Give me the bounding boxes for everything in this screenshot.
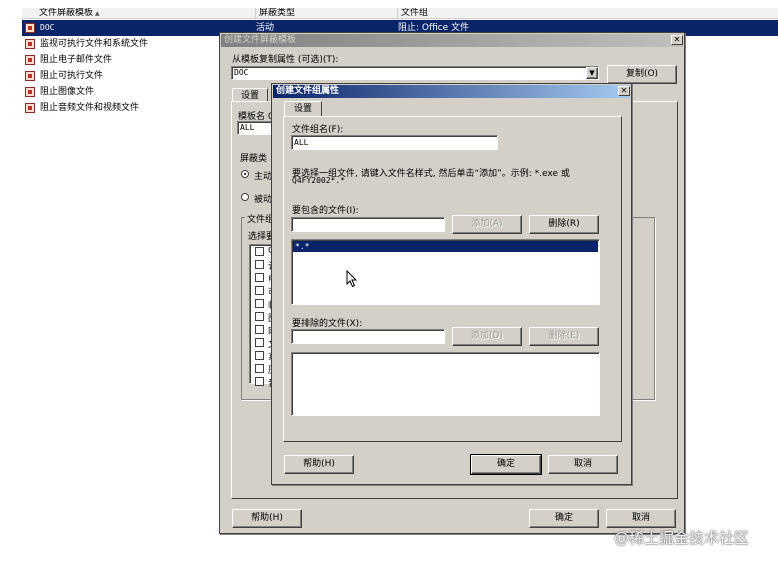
radio-passive-label: 被动: [254, 195, 273, 205]
file-group-checkbox[interactable]: [255, 364, 264, 373]
file-group-checkbox[interactable]: [255, 247, 264, 256]
include-files-label: 要包含的文件(I):: [292, 206, 359, 216]
tab-settings[interactable]: 设置: [284, 101, 322, 117]
file-screen-template-icon: [25, 87, 35, 97]
row-name: DOC: [40, 23, 55, 32]
copy-from-value: DOC: [234, 68, 249, 77]
file-screen-template-icon: [25, 103, 35, 113]
include-pattern-input[interactable]: [291, 217, 445, 232]
cancel-button[interactable]: 取消: [606, 509, 676, 528]
row-name: 阻止可执行文件: [40, 71, 104, 81]
close-icon[interactable]: ✕: [618, 86, 630, 96]
sort-asc-icon: ▲: [95, 10, 100, 17]
copy-from-label: 从模板复制属性 (可选)(T):: [232, 55, 339, 65]
close-icon[interactable]: ✕: [671, 35, 683, 45]
ok-button[interactable]: 确定: [529, 509, 599, 528]
include-remove-button[interactable]: 删除(R): [529, 215, 599, 234]
include-add-button[interactable]: 添加(A): [452, 215, 522, 234]
instruction-example: Q4FY2002*.*: [292, 176, 345, 185]
file-screen-template-icon: [25, 39, 35, 49]
file-group-checkbox[interactable]: [255, 260, 264, 269]
row-name: 阻止电子邮件文件: [40, 55, 113, 65]
dialog-title: 创建文件组属性: [273, 85, 630, 98]
group-name-input[interactable]: ALL: [291, 135, 498, 150]
file-screen-template-icon: [25, 55, 35, 65]
file-group-checkbox[interactable]: [255, 299, 264, 308]
radio-active-screening[interactable]: [241, 170, 249, 178]
exclude-pattern-input[interactable]: [291, 329, 445, 344]
row-name: 阻止图像文件: [40, 87, 95, 97]
exclude-remove-button[interactable]: 删除(E): [529, 327, 599, 346]
file-screen-template-icon: [25, 23, 35, 33]
mouse-cursor-icon: [346, 270, 358, 288]
group-name-label: 文件组名(F):: [292, 125, 344, 135]
file-group-checkbox[interactable]: [255, 338, 264, 347]
exclude-files-list[interactable]: [291, 352, 600, 416]
file-group-checkbox[interactable]: [255, 351, 264, 360]
row-name: 阻止音频文件和视频文件: [40, 103, 140, 113]
file-group-checkbox[interactable]: [255, 273, 264, 282]
file-group-checkbox[interactable]: [255, 312, 264, 321]
exclude-files-label: 要排除的文件(X):: [292, 319, 363, 329]
file-group-checkbox[interactable]: [255, 377, 264, 386]
cancel-button[interactable]: 取消: [548, 455, 618, 474]
watermark-text: @稀土掘金技术社区: [614, 529, 750, 547]
copy-button[interactable]: 复制(O): [607, 65, 677, 84]
ok-button[interactable]: 确定: [470, 454, 542, 475]
help-button[interactable]: 帮助(H): [284, 455, 354, 474]
file-group-checkbox[interactable]: [255, 325, 264, 334]
row-name: 监视可执行文件和系统文件: [40, 39, 149, 49]
screening-type-label: 屏蔽类: [240, 154, 268, 164]
radio-active-label: 主动: [254, 172, 273, 182]
column-header-screen-type[interactable]: 屏蔽类型: [256, 8, 398, 19]
exclude-add-button[interactable]: 添加(D): [452, 327, 522, 346]
chevron-down-icon[interactable]: ▼: [586, 67, 598, 79]
radio-passive-screening[interactable]: [241, 193, 249, 201]
copy-from-select[interactable]: DOC: [231, 66, 599, 80]
list-item[interactable]: *.*: [293, 241, 598, 252]
include-files-list[interactable]: *.*: [291, 239, 600, 305]
file-group-checkbox[interactable]: [255, 286, 264, 295]
help-button[interactable]: 帮助(H): [232, 509, 302, 528]
dialog-title: 创建文件屏蔽模板: [221, 34, 683, 47]
column-header-template[interactable]: 文件屏蔽模板 ▲: [36, 8, 256, 19]
column-header-file-group[interactable]: 文件组: [398, 8, 778, 19]
create-file-group-dialog: 创建文件组属性 ✕ 设置 文件组名(F): ALL 要选择一组文件, 请键入文件…: [271, 83, 632, 485]
list-header: 文件屏蔽模板 ▲ 屏蔽类型 文件组: [22, 8, 778, 19]
file-screen-template-icon: [25, 71, 35, 81]
